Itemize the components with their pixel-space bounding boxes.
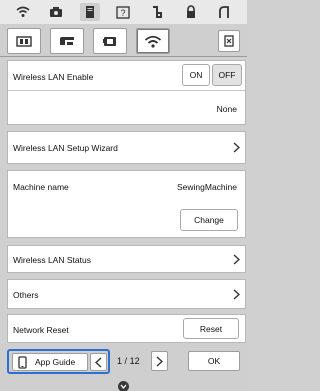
reset-button[interactable]: Reset [183,318,239,339]
chevron-left-icon [95,356,102,368]
wlan-enable-panel: Wireless LAN Enable ON OFF None [7,60,246,125]
machine-name-panel: Machine name SewingMachine Change [7,170,246,238]
machine-name-value: SewingMachine [176,182,237,192]
close-icon [224,35,234,47]
page-total: 12 [129,356,140,366]
tab-sewing-settings[interactable] [7,28,41,54]
network-reset-row: Network Reset Reset [7,314,246,343]
machine-name-label: Machine name [13,182,69,192]
wlan-status-label: Wireless LAN Status [13,255,91,265]
others-row[interactable]: Others [7,279,246,309]
next-page-button[interactable] [151,351,168,371]
wlan-on-button[interactable]: ON [182,64,210,86]
change-button[interactable]: Change [180,209,238,231]
chevron-right-icon [233,142,240,153]
others-label: Others [13,290,39,300]
embroidery-settings-icon [60,37,74,45]
wifi-icon[interactable] [13,3,33,21]
page-separator: / [124,356,128,366]
needle-icon[interactable] [214,3,234,21]
wlan-status-row[interactable]: Wireless LAN Status [7,245,246,273]
settings-tab-row [0,24,247,57]
help-icon[interactable]: ? [113,3,133,21]
page-indicator: 1 / 12 [117,356,140,366]
wlan-off-button[interactable]: OFF [212,64,242,86]
tab-wireless-lan[interactable] [136,28,170,54]
machine-settings-icon [103,37,116,46]
svg-text:?: ? [121,8,126,18]
network-reset-label: Network Reset [13,325,69,335]
camera-icon[interactable] [46,3,66,21]
status-icon-bar: ? [0,0,247,24]
divider [8,90,245,91]
setup-wizard-row[interactable]: Wireless LAN Setup Wizard [7,131,246,164]
tab-machine-settings[interactable] [93,28,127,54]
scroll-down-indicator-icon [118,381,129,391]
wireless-lan-icon [144,35,162,48]
wlan-status-value: None [216,104,237,114]
embroidery-icon[interactable] [147,3,167,21]
chevron-right-icon [156,355,163,367]
close-button[interactable] [218,30,240,52]
page-icon[interactable] [79,3,100,21]
app-guide-highlight: App Guide [7,349,110,374]
tab-embroidery-settings[interactable] [50,28,84,54]
page-current: 1 [117,356,123,366]
phone-icon [18,355,27,369]
wlan-enable-label: Wireless LAN Enable [13,72,94,82]
app-guide-button[interactable]: App Guide [12,353,88,371]
chevron-right-icon [233,289,240,300]
previous-page-button[interactable] [90,353,107,371]
bottom-bar: App Guide 1 / 12 OK [0,343,247,391]
chevron-right-icon [233,254,240,265]
app-guide-label: App Guide [35,357,76,367]
ok-button[interactable]: OK [188,351,240,371]
setup-wizard-label: Wireless LAN Setup Wizard [13,143,118,153]
sewing-settings-icon [16,36,32,47]
lock-icon[interactable] [181,3,201,21]
